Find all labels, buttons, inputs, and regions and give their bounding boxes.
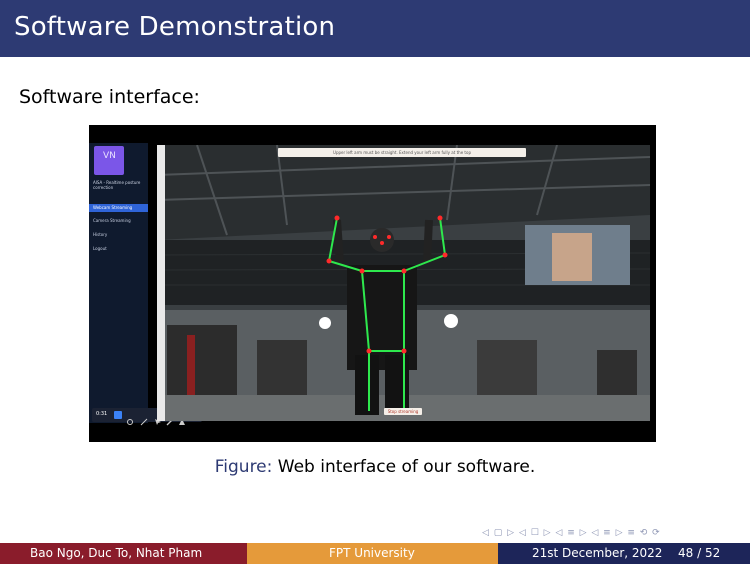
slide-footer: Bao Ngo, Duc To, Nhat Pham FPT Universit…	[0, 543, 750, 564]
footer-authors: Bao Ngo, Duc To, Nhat Pham	[30, 546, 203, 560]
stop-streaming-button[interactable]: Stop streaming	[384, 408, 422, 415]
slide-title: Software Demonstration	[14, 12, 336, 42]
pause-button[interactable]	[114, 411, 122, 419]
caption-text: Web interface of our software.	[272, 457, 536, 477]
app-logo: VN	[94, 146, 124, 175]
footer-institution-section: FPT University	[247, 543, 498, 564]
title-bar: Software Demonstration	[0, 0, 750, 57]
app-sidebar: VN AISA - Realtime posture correction We…	[89, 143, 148, 423]
nav-item-camera-streaming[interactable]: Camera Streaming	[89, 217, 148, 225]
settings-icon[interactable]	[126, 411, 134, 425]
footer-authors-section: Bao Ngo, Duc To, Nhat Pham	[0, 543, 247, 564]
footer-date: 21st December, 2022	[532, 546, 663, 560]
logo-text: VN	[103, 151, 116, 161]
footer-institution: FPT University	[329, 546, 415, 560]
player-time: 0:31	[96, 411, 108, 417]
figure-caption: Figure: Web interface of our software.	[0, 457, 750, 477]
gym-scene	[157, 145, 650, 421]
footer-date-section: 21st December, 2022 48 / 52	[498, 543, 750, 564]
software-screenshot-figure: VN AISA - Realtime posture correction We…	[89, 125, 656, 442]
caption-label: Figure:	[214, 457, 273, 477]
webcam-video-frame: Upper left arm must be straight. Extend …	[157, 145, 650, 421]
beamer-navigation-symbols[interactable]: ◁ ▢ ▷ ◁ ☐ ▷ ◁ ≡ ▷ ◁ ≡ ▷ ≡ ⟲ ⟳	[482, 528, 661, 538]
posture-instruction-banner: Upper left arm must be straight. Extend …	[278, 148, 526, 157]
app-name: AISA - Realtime posture correction	[93, 180, 141, 190]
nav-item-logout[interactable]: Logout	[89, 245, 148, 253]
nav-item-history[interactable]: History	[89, 231, 148, 239]
pen-icon[interactable]	[140, 411, 148, 426]
nav-item-webcam-streaming[interactable]: Webcam Streaming	[89, 204, 148, 212]
footer-page-number: 48 / 52	[678, 546, 721, 560]
slide-subheading: Software interface:	[19, 86, 200, 108]
